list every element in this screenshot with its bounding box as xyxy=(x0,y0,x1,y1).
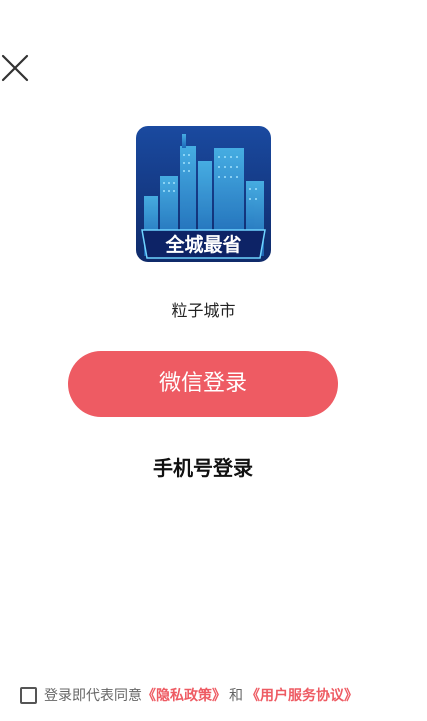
phone-login-button[interactable]: 手机号登录 xyxy=(103,451,303,485)
logo-text: 全城最省 xyxy=(164,233,241,256)
agreement-and: 和 xyxy=(229,688,243,704)
agree-checkbox[interactable] xyxy=(20,686,37,704)
service-agreement-link[interactable]: 《用户服务协议》 xyxy=(246,685,358,705)
wechat-login-button[interactable]: 微信登录 xyxy=(68,351,338,417)
app-logo: 全城最省 xyxy=(136,126,271,262)
agreement-prefix: 登录即代表同意 xyxy=(44,688,142,704)
close-icon xyxy=(1,54,29,82)
agreement-row: 登录即代表同意 《隐私政策》 和 《用户服务协议》 xyxy=(20,684,358,706)
app-name: 粒子城市 xyxy=(171,301,236,320)
close-button[interactable] xyxy=(0,53,30,83)
privacy-policy-link[interactable]: 《隐私政策》 xyxy=(142,685,226,705)
